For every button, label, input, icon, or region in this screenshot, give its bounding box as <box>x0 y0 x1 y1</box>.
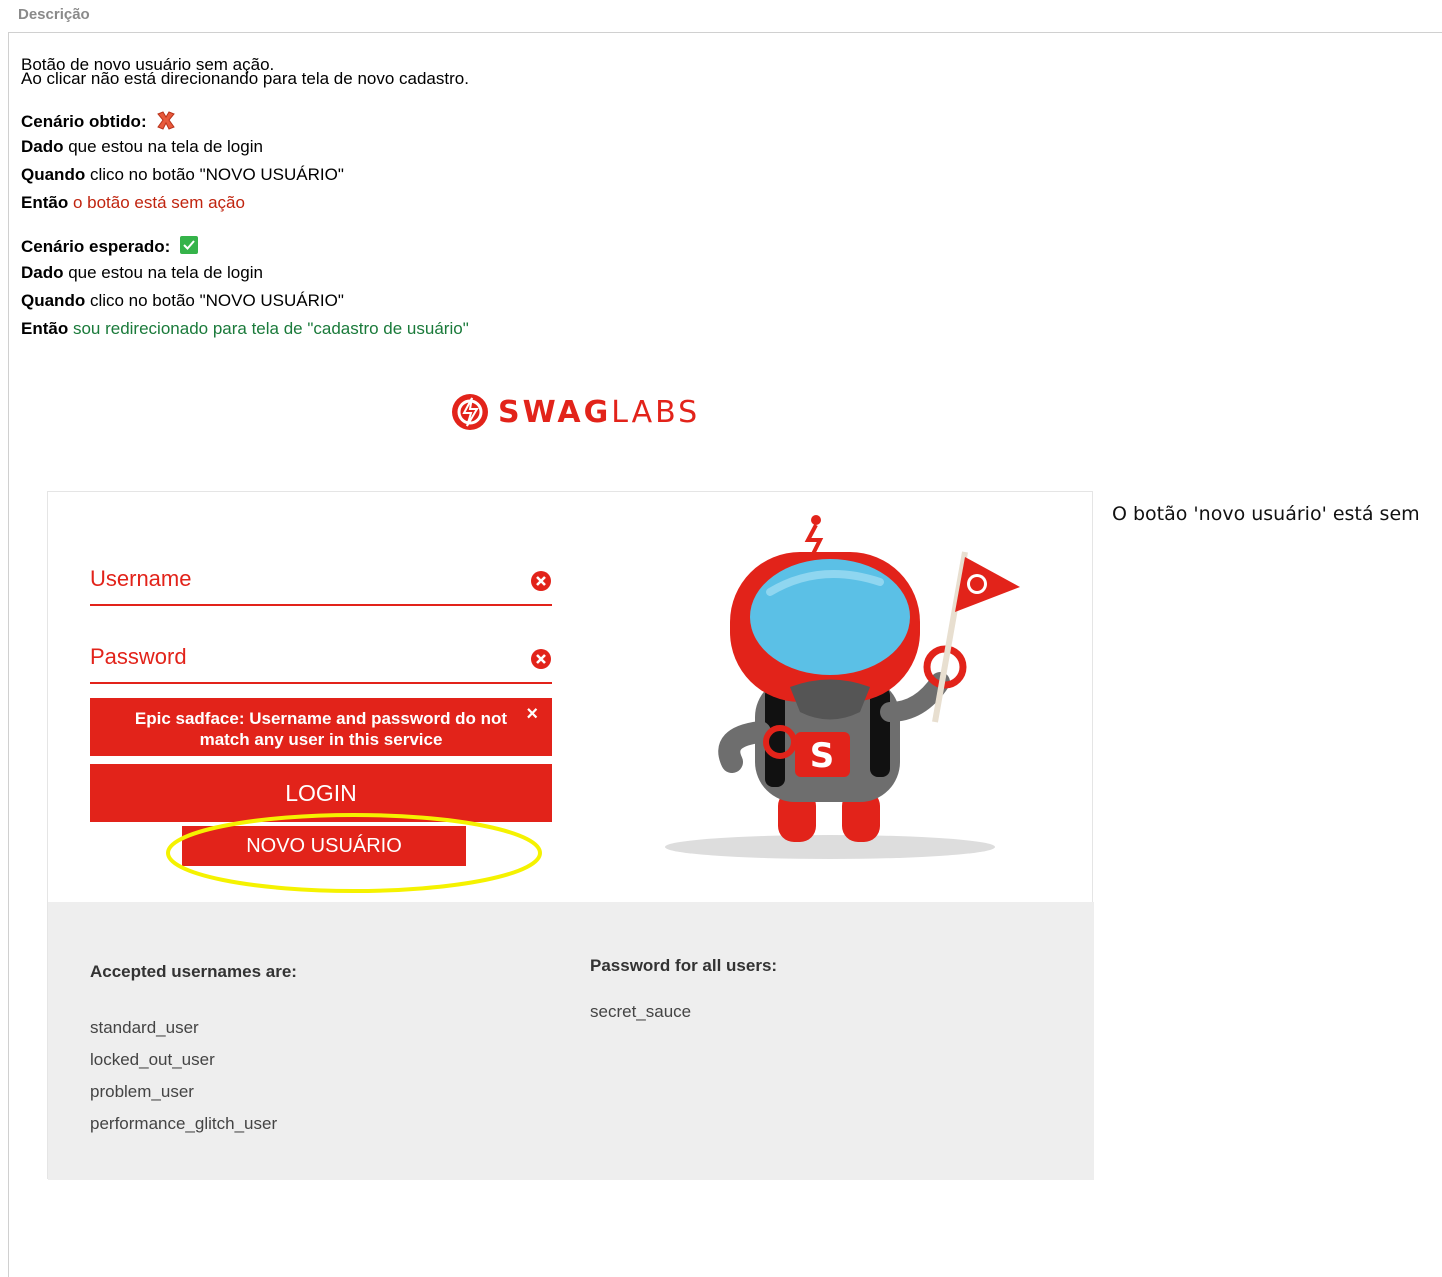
obtained-when: Quando clico no botão "NOVO USUÁRIO" <box>21 165 344 185</box>
check-mark-icon <box>180 236 198 254</box>
password-field[interactable]: Password <box>90 636 552 684</box>
robot-mascot-illustration: S <box>665 515 1020 859</box>
side-note-text: O botão 'novo usuário' está sem <box>1112 503 1420 525</box>
obtained-when-text: clico no botão "NOVO USUÁRIO" <box>85 165 344 184</box>
obtained-then-text: o botão está sem ação <box>68 193 245 212</box>
error-text: Epic sadface: Username and password do n… <box>134 709 508 749</box>
login-card: Username Password Epic sadface: Username… <box>47 491 1094 1180</box>
obtained-given-keyword: Dado <box>21 137 64 156</box>
username-field[interactable]: Username <box>90 558 552 606</box>
password-placeholder: Password <box>90 644 187 669</box>
swag-labs-wordmark: SWAGLABS <box>498 395 700 430</box>
obtained-given-text: que estou na tela de login <box>63 137 263 156</box>
obtained-title-row: Cenário obtido: <box>21 109 177 132</box>
description-line-2: Ao clicar não está direcionando para tel… <box>21 69 469 88</box>
expected-when-text: clico no botão "NOVO USUÁRIO" <box>85 291 344 310</box>
username-list-item: problem_user <box>90 1082 194 1101</box>
expected-title-row: Cenário esperado: <box>21 235 199 257</box>
username-list-item: standard_user <box>90 1018 199 1037</box>
password-title: Password for all users: <box>590 956 778 975</box>
svg-text:S: S <box>810 736 835 776</box>
expected-then-text: sou redirecionado para tela de "cadastro… <box>68 319 469 338</box>
expected-given: Dado que estou na tela de login <box>21 263 263 283</box>
obtained-given: Dado que estou na tela de login <box>21 137 263 157</box>
username-list-item: performance_glitch_user <box>90 1114 278 1133</box>
password-value: secret_sauce <box>590 1002 692 1021</box>
error-circle-icon <box>531 649 551 669</box>
expected-given-text: que estou na tela de login <box>63 263 263 282</box>
logo-text-light: LABS <box>611 394 701 430</box>
cross-mark-icon <box>157 111 176 130</box>
swag-labs-logo: SWAGLABS <box>450 390 700 434</box>
obtained-then: Então o botão está sem ação <box>21 193 245 213</box>
login-error-message: Epic sadface: Username and password do n… <box>90 698 552 756</box>
logo-text-bold: SWAG <box>498 394 612 430</box>
expected-given-keyword: Dado <box>21 263 64 282</box>
obtained-then-keyword: Então <box>21 193 69 212</box>
obtained-when-keyword: Quando <box>21 165 86 184</box>
section-label: Descrição <box>18 6 90 23</box>
expected-when-keyword: Quando <box>21 291 86 310</box>
error-circle-icon <box>531 571 551 591</box>
accepted-usernames-title: Accepted usernames are: <box>90 962 297 981</box>
error-close-button[interactable]: × <box>526 704 538 725</box>
username-placeholder: Username <box>90 566 192 591</box>
username-list-item: locked_out_user <box>90 1050 215 1069</box>
expected-then: Então sou redirecionado para tela de "ca… <box>21 319 469 339</box>
credentials-panel: Accepted usernames are: standard_user lo… <box>48 902 1094 1180</box>
expected-title: Cenário esperado: <box>21 237 171 256</box>
yellow-highlight-ellipse <box>166 813 542 893</box>
expected-when: Quando clico no botão "NOVO USUÁRIO" <box>21 291 344 311</box>
section-header: Descrição <box>0 0 1442 32</box>
expected-then-keyword: Então <box>21 319 69 338</box>
obtained-title: Cenário obtido: <box>21 112 147 131</box>
swag-labs-logo-icon <box>452 394 488 430</box>
